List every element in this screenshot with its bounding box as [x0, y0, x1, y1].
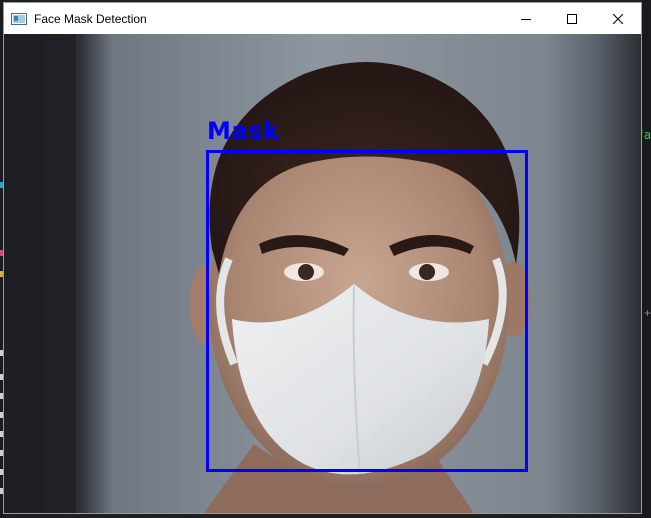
background-plus-text: +: [643, 306, 651, 320]
window-title: Face Mask Detection: [34, 11, 147, 26]
opencv-window-icon: [11, 12, 27, 25]
minimize-button[interactable]: [503, 3, 549, 34]
minimize-icon: [521, 14, 531, 24]
maximize-button[interactable]: [549, 3, 595, 34]
face-mask-detection-window: Face Mask Detection Mask: [3, 2, 642, 514]
detection-bounding-box: [206, 150, 528, 472]
window-controls: [503, 3, 641, 34]
detection-label: Mask: [207, 117, 280, 145]
close-button[interactable]: [595, 3, 641, 34]
maximize-icon: [567, 13, 577, 24]
close-icon: [613, 13, 623, 24]
background-editor-strip-right: fa +: [637, 0, 651, 518]
camera-feed: Mask: [4, 34, 641, 513]
title-bar[interactable]: Face Mask Detection: [4, 3, 641, 34]
